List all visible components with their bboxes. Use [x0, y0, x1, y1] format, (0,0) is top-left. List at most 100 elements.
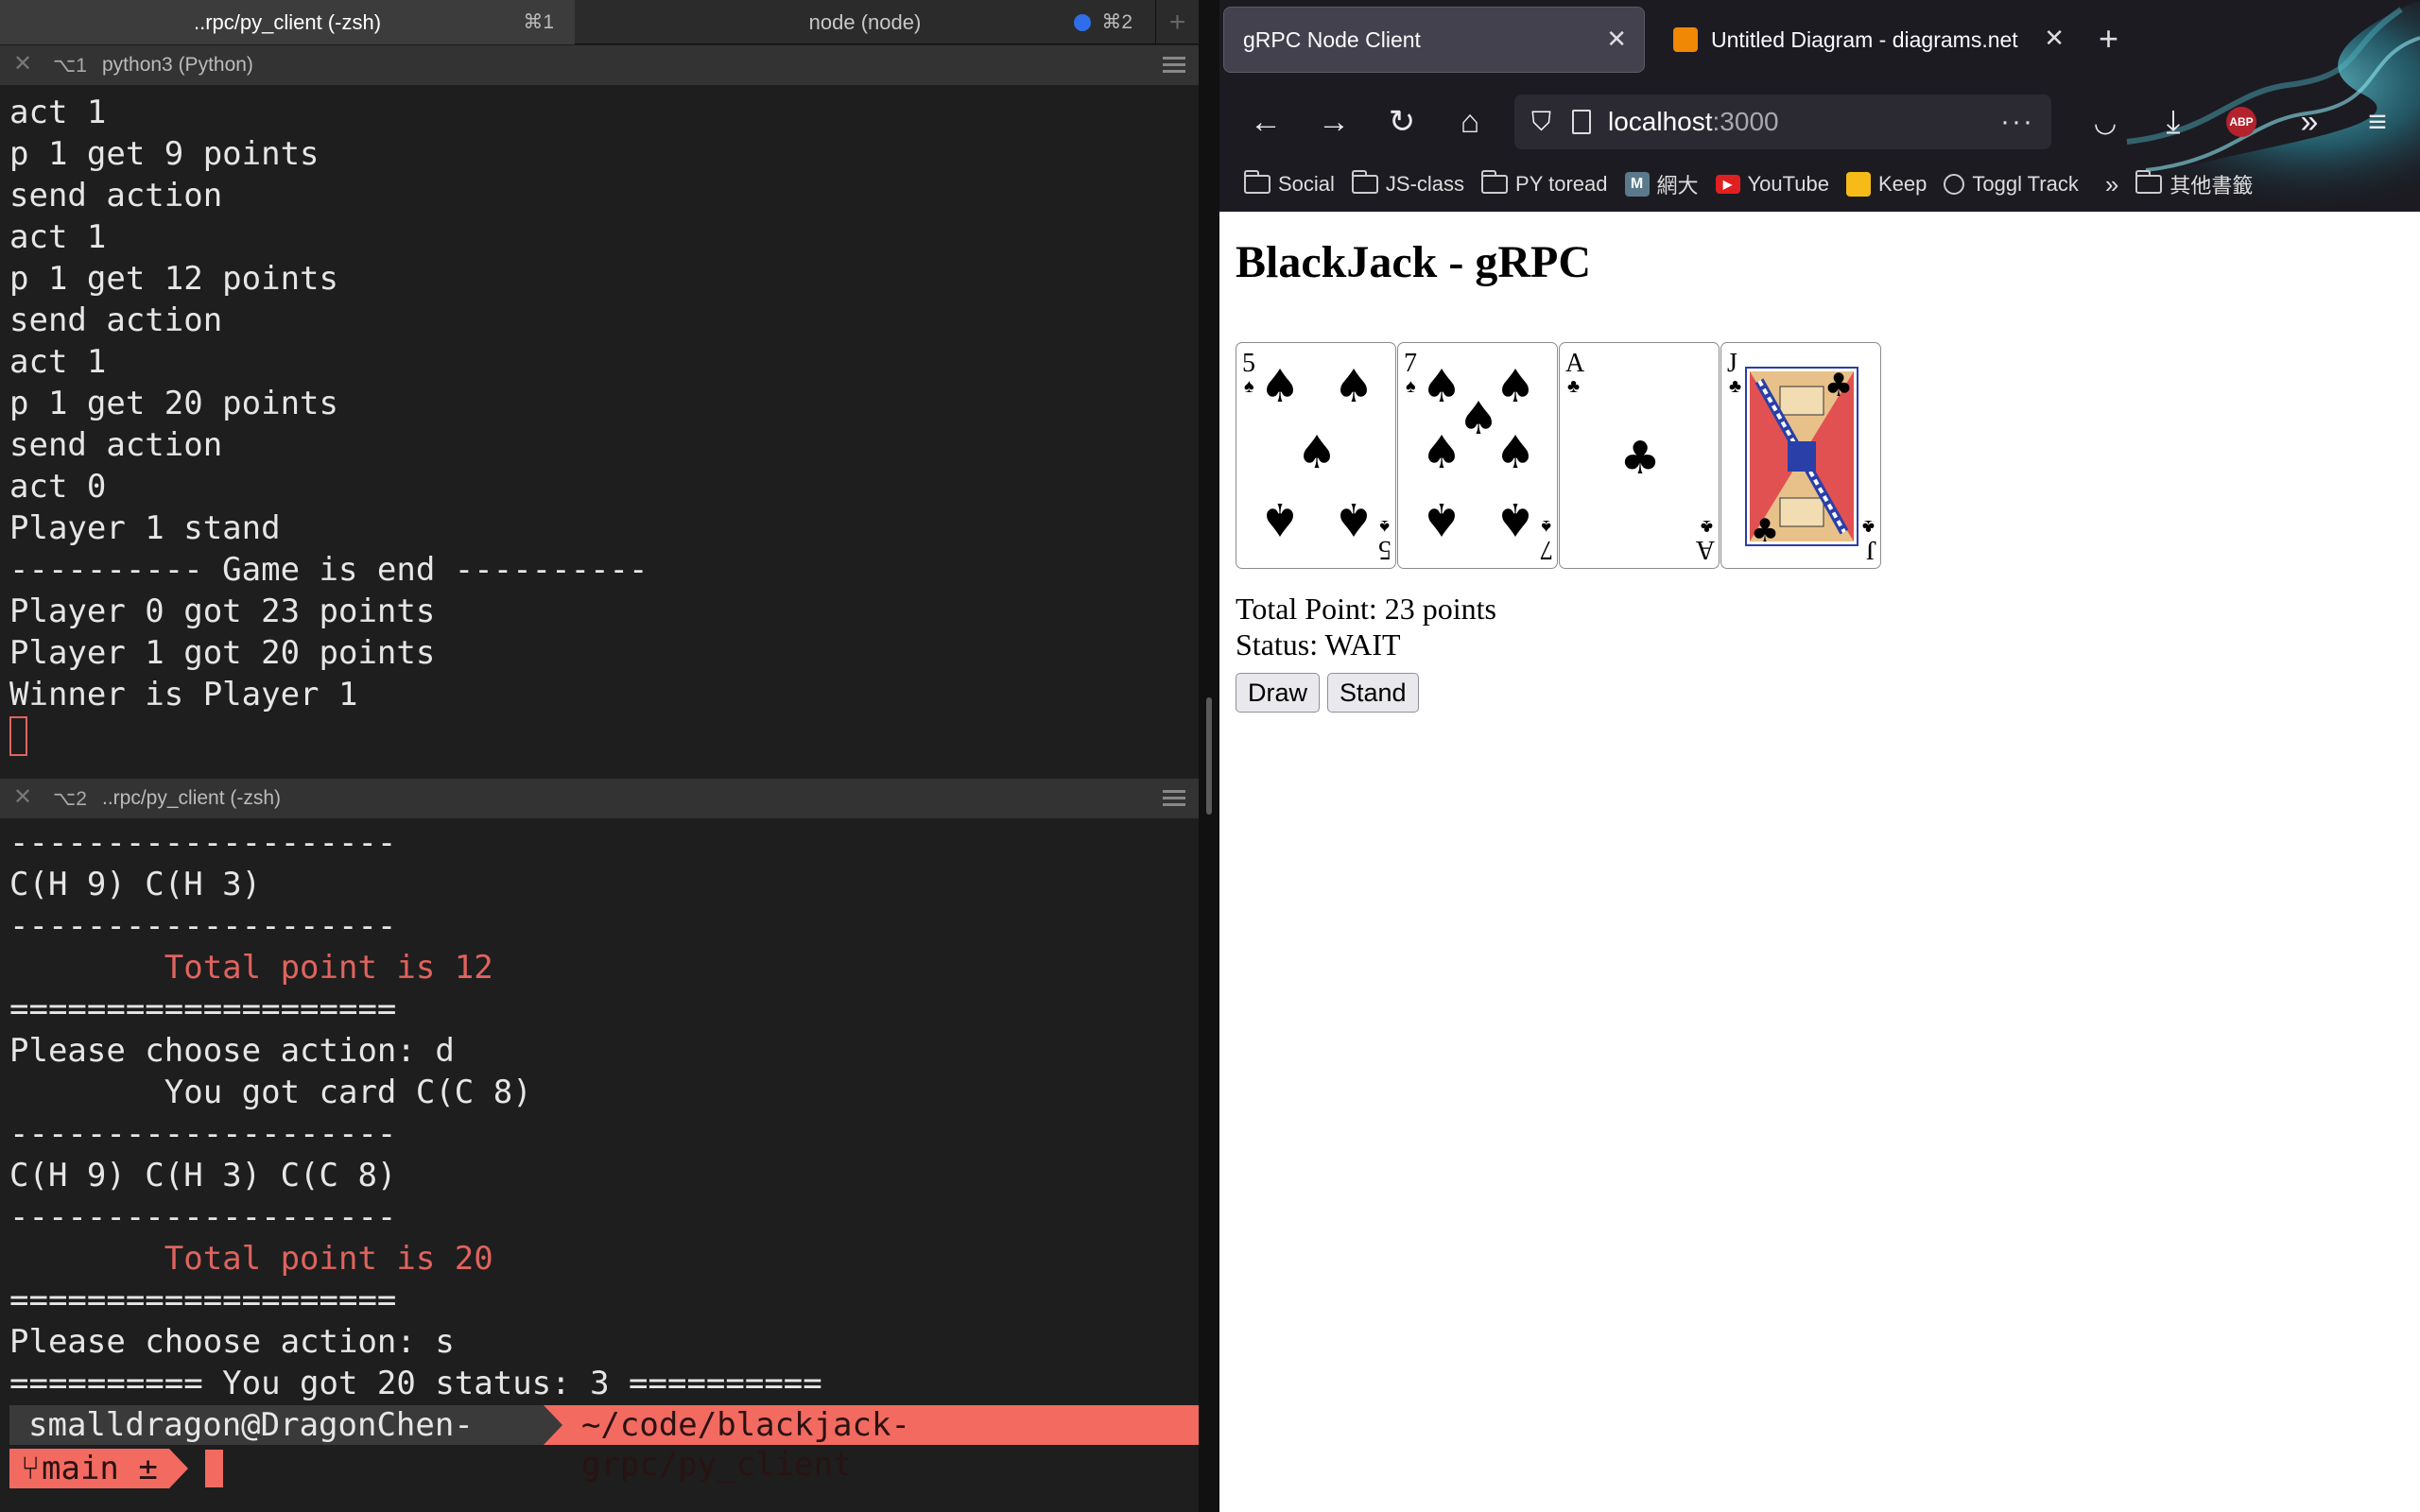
bookmark-toggl[interactable]: Toggl Track	[1944, 172, 2079, 197]
stand-button[interactable]: Stand	[1327, 673, 1419, 713]
bookmark-label: Social	[1278, 172, 1335, 196]
output-line: p 1 get 12 points	[9, 260, 338, 298]
svg-text:5: 5	[1378, 535, 1392, 564]
bookmark-youtube[interactable]: ▶ YouTube	[1715, 172, 1829, 197]
pane-1-output[interactable]: act 1 p 1 get 9 points send action act 1…	[0, 91, 1199, 775]
card-hand: 5 ♠ ♠ ♠ ♠ ♠ ♠ 5 ♠ 7 ♠ ♠ ♠ ♠ ♠ ♠ ♠ ♠ 7 ♠ …	[1236, 342, 1882, 569]
total-points: Total Point: 23 points	[1236, 592, 1496, 626]
forward-arrow-icon[interactable]: →	[1310, 89, 1357, 155]
output-line: Winner is Player 1	[9, 676, 358, 713]
svg-text:♠: ♠	[1333, 360, 1374, 413]
reload-icon[interactable]: ↻	[1378, 89, 1426, 155]
app-menu-icon[interactable]: ≡	[2354, 89, 2401, 155]
hamburger-menu-icon[interactable]	[1163, 790, 1185, 810]
svg-text:A: A	[1695, 535, 1715, 564]
svg-text:♣: ♣	[1751, 512, 1779, 550]
prompt-path: ~/code/blackjack-grpc/py_client	[562, 1405, 1199, 1484]
bookmark-label: YouTube	[1747, 172, 1829, 196]
output-line: send action	[9, 426, 223, 464]
page-title: BlackJack - gRPC	[1236, 237, 1591, 287]
page-icon	[1572, 110, 1592, 134]
output-line: Player 0 got 23 points	[9, 593, 436, 630]
card-suit-small: ♣	[1729, 376, 1741, 397]
pane-1-header: ✕ ⌥1 python3 (Python)	[0, 45, 1199, 85]
hamburger-menu-icon[interactable]	[1163, 57, 1185, 77]
folder-icon	[1244, 170, 1270, 194]
output-line: ====================	[9, 990, 397, 1028]
browser-tab-grpc[interactable]: gRPC Node Client ✕	[1223, 7, 1645, 73]
bookmark-label: JS-class	[1385, 172, 1465, 196]
prompt-user: smalldragon@DragonChen-MBP	[9, 1405, 544, 1484]
terminal-tab-1-label: ..rpc/py_client (-zsh)	[193, 9, 382, 34]
close-pane-icon[interactable]: ✕	[13, 786, 32, 809]
splitter-grip[interactable]	[1206, 697, 1212, 815]
terminal-tab-2-shortcut: ⌘2	[1101, 11, 1132, 33]
terminal-tab-1[interactable]: ..rpc/py_client (-zsh) ⌘1	[0, 0, 575, 44]
output-line: send action	[9, 301, 223, 339]
card-rank: A	[1565, 349, 1585, 378]
navigation-bar: ← → ↻ ⌂ ⛉ localhost:3000 ··· ◡ ⤓ ABP » ≡	[1219, 89, 2420, 155]
browser-tab-title: gRPC Node Client	[1243, 26, 1421, 52]
close-tab-icon[interactable]: ✕	[2044, 24, 2065, 53]
playing-card-7-spades: 7 ♠ ♠ ♠ ♠ ♠ ♠ ♠ ♠ 7 ♠	[1397, 342, 1558, 569]
svg-text:♠: ♠	[1421, 360, 1461, 413]
output-line: Player 1 stand	[9, 509, 281, 547]
keep-icon	[1845, 172, 1871, 197]
bookmark-wangda[interactable]: M 網大	[1624, 169, 1699, 199]
toggl-icon	[1944, 174, 1965, 195]
svg-text:7: 7	[1540, 535, 1553, 564]
bookmark-label: Keep	[1877, 172, 1927, 196]
close-tab-icon[interactable]: ✕	[1606, 25, 1627, 54]
bookmark-keep[interactable]: Keep	[1845, 172, 1927, 197]
diagrams-favicon-icon	[1673, 27, 1698, 52]
svg-text:J: J	[1866, 535, 1876, 564]
svg-text:♠: ♠	[1259, 360, 1300, 413]
bookmark-py-toread[interactable]: PY toread	[1481, 170, 1608, 197]
git-branch: ⑂ main ±	[9, 1449, 169, 1488]
bookmarks-bar: Social JS-class PY toread M 網大 ▶ YouTube K…	[1219, 163, 2420, 206]
adblock-icon[interactable]: ABP	[2218, 89, 2265, 155]
page-content: BlackJack - gRPC 5 ♠ ♠ ♠ ♠ ♠ ♠ 5 ♠ 7 ♠ ♠…	[1219, 212, 2420, 1512]
pane-1-title: python3 (Python)	[102, 54, 253, 76]
output-line: You got card C(C 8)	[9, 1074, 532, 1111]
home-icon[interactable]: ⌂	[1446, 89, 1494, 155]
url-bar[interactable]: ⛉ localhost:3000 ···	[1514, 94, 2051, 149]
output-line: act 0	[9, 468, 107, 506]
browser-tab-diagrams[interactable]: Untitled Diagram - diagrams.net ✕	[1660, 7, 2082, 73]
terminal-tab-2[interactable]: node (node) ⌘2	[577, 0, 1153, 44]
output-line-total: Total point is 20	[9, 1240, 493, 1278]
overflow-chevrons-icon[interactable]: »	[2286, 89, 2333, 155]
back-arrow-icon[interactable]: ←	[1242, 89, 1289, 155]
card-rank: J	[1727, 349, 1737, 378]
pane-2-header: ✕ ⌥2 ..rpc/py_client (-zsh)	[0, 779, 1199, 818]
page-actions-menu-icon[interactable]: ···	[2000, 106, 2034, 138]
bookmark-social[interactable]: Social	[1244, 170, 1335, 197]
prompt-separator-icon	[543, 1405, 562, 1445]
output-line: ---------- Game is end ----------	[9, 551, 648, 589]
terminal-tab-2-label: node (node)	[808, 9, 922, 34]
bookmarks-overflow-icon[interactable]: »	[2105, 170, 2118, 199]
new-tab-button[interactable]: +	[2099, 19, 2118, 59]
output-line: --------------------	[9, 907, 397, 945]
svg-text:♠: ♠	[1333, 492, 1374, 545]
shield-icon[interactable]: ⛉	[1531, 107, 1551, 138]
pocket-icon[interactable]: ◡	[2082, 89, 2129, 155]
card-suit-small: ♠	[1244, 376, 1254, 397]
folder-icon	[1481, 170, 1509, 194]
download-icon[interactable]: ⤓	[2150, 89, 2197, 155]
terminal-tab-1-shortcut: ⌘1	[523, 11, 554, 33]
close-pane-icon[interactable]: ✕	[13, 53, 32, 76]
terminal-cursor[interactable]	[204, 1450, 223, 1487]
terminal-tab-bar: ..rpc/py_client (-zsh) ⌘1 node (node) ⌘2…	[0, 0, 1199, 44]
svg-text:♠: ♠	[1495, 492, 1535, 545]
draw-button[interactable]: Draw	[1236, 673, 1321, 713]
url-port: :3000	[1712, 107, 1779, 136]
bookmark-js-class[interactable]: JS-class	[1351, 170, 1465, 197]
svg-text:♠: ♠	[1421, 426, 1461, 479]
terminal-new-tab-button[interactable]: +	[1155, 0, 1199, 44]
window-splitter[interactable]	[1199, 0, 1219, 1512]
svg-text:♠: ♠	[1296, 426, 1337, 479]
bookmark-other[interactable]: 其他書籤	[2135, 169, 2253, 199]
shell-prompt-branch-line: ⑂ main ±	[9, 1449, 223, 1488]
output-line: p 1 get 20 points	[9, 385, 338, 422]
